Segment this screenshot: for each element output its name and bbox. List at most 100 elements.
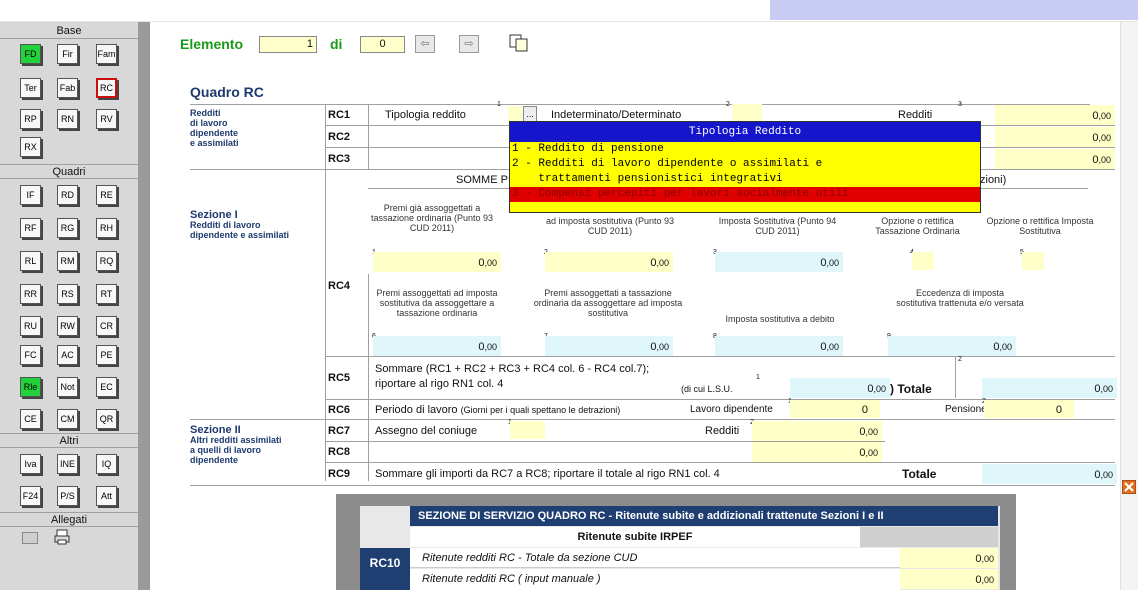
rc5-totale-input[interactable]: 0,00 xyxy=(982,378,1117,398)
rc7-assegno-input[interactable] xyxy=(510,421,545,439)
sidebar-btn-if[interactable]: IF xyxy=(20,185,41,205)
sidebar-header-quadri: Quadri xyxy=(0,164,138,179)
rc5-totale-label: ) Totale xyxy=(890,382,932,396)
rc4-col9-input[interactable]: 0,00 xyxy=(888,336,1016,356)
rc9-totale-input[interactable]: 0,00 xyxy=(982,464,1117,484)
sidebar-btn-rx[interactable]: RX xyxy=(20,137,41,157)
rc5-lsu-input[interactable]: 0,00 xyxy=(790,378,890,398)
sidebar-btn-cm[interactable]: CM xyxy=(57,409,78,429)
rc7-label: Assegno del coniuge xyxy=(375,425,478,437)
rc4-col7-input[interactable]: 0,00 xyxy=(545,336,673,356)
sidebar-btn-rp[interactable]: RP xyxy=(20,109,41,129)
sidebar-btn-ru[interactable]: RU xyxy=(20,316,41,336)
sidebar-btn-fir[interactable]: Fir xyxy=(57,44,78,64)
sidebar-btn-rm[interactable]: RM xyxy=(57,251,78,271)
rc3-redditi-input[interactable]: 0,00 xyxy=(995,149,1115,169)
rc5-text: Sommare (RC1 + RC2 + RC3 + RC4 col. 6 - … xyxy=(375,363,650,390)
dropdown-option-3-selected[interactable]: 3 - Compensi percepiti per lavori social… xyxy=(510,187,980,202)
sidebar-btn-rs[interactable]: RS xyxy=(57,284,78,304)
rc2-code: RC2 xyxy=(328,131,351,143)
copy-element-button[interactable] xyxy=(509,34,529,52)
sidebar-btn-re[interactable]: RE xyxy=(96,185,117,205)
sidebar-btn-pe[interactable]: PE xyxy=(96,345,117,365)
rc4-col4-input[interactable] xyxy=(912,252,934,270)
rc6-lavoro-input[interactable]: 0 xyxy=(790,400,880,418)
sidebar-btn-rl[interactable]: RL xyxy=(20,251,41,271)
sidebar-btn-ter[interactable]: Ter xyxy=(20,78,41,98)
sidebar-btn-f24[interactable]: F24 xyxy=(20,486,41,506)
rc2-redditi-input[interactable]: 0,00 xyxy=(995,127,1115,147)
element-number-input[interactable]: 1 xyxy=(259,36,317,53)
rc7-code: RC7 xyxy=(328,425,351,437)
sidebar-btn-fam[interactable]: Fam xyxy=(96,44,117,64)
rc4-col4-label: Opzione o rettifica Tassazione Ordinaria xyxy=(875,216,960,236)
sidebar-btn-fab[interactable]: Fab xyxy=(57,78,78,98)
sidebar-btn-cr[interactable]: CR xyxy=(96,316,117,336)
rc10-row2-label: Ritenute redditi RC ( input manuale ) xyxy=(410,569,900,590)
right-margin xyxy=(1120,22,1138,590)
tipologia-reddito-dropdown[interactable]: Tipologia Reddito 1 - Reddito di pension… xyxy=(509,121,981,213)
sidebar-btn-fd[interactable]: FD xyxy=(20,44,41,64)
prev-element-button[interactable]: ⇦ xyxy=(415,35,435,53)
rc5-code: RC5 xyxy=(328,372,351,384)
sidebar-btn-iq[interactable]: IQ xyxy=(96,454,117,474)
arrow-left-icon: ⇦ xyxy=(420,38,430,50)
rc4-col8-input[interactable]: 0,00 xyxy=(715,336,843,356)
rc10-code: RC10 xyxy=(360,548,410,590)
sidebar-btn-not[interactable]: Not xyxy=(57,377,78,397)
sidebar-btn-ine[interactable]: INE xyxy=(57,454,78,474)
sidebar-btn-ec[interactable]: EC xyxy=(96,377,117,397)
rc6-pensione-label: Pensione xyxy=(945,404,987,415)
element-total-input[interactable]: 0 xyxy=(360,36,405,53)
sidebar-btn-rh[interactable]: RH xyxy=(96,218,117,238)
rc10-row2-input[interactable]: 0,00 xyxy=(900,569,998,589)
sidebar-btn-rr[interactable]: RR xyxy=(20,284,41,304)
sidebar-btn-rv[interactable]: RV xyxy=(96,109,117,129)
sidebar-btn-rg[interactable]: RG xyxy=(57,218,78,238)
rc1-det-input[interactable] xyxy=(732,104,762,122)
service-subheader-spacer xyxy=(860,527,998,547)
sidebar-btn-ce[interactable]: CE xyxy=(20,409,41,429)
dropdown-option-2[interactable]: 2 - Redditi di lavoro dipendente o assim… xyxy=(510,157,980,172)
sidebar-btn-rn[interactable]: RN xyxy=(57,109,78,129)
next-element-button[interactable]: ⇨ xyxy=(459,35,479,53)
close-x-icon[interactable] xyxy=(1121,479,1137,495)
sidebar-btn-rc[interactable]: RC xyxy=(96,78,117,98)
rc1-det-label: Indeterminato/Determinato xyxy=(551,109,682,121)
sidebar-btn-fc[interactable]: FC xyxy=(20,345,41,365)
service-section-title: SEZIONE DI SERVIZIO QUADRO RC - Ritenute… xyxy=(410,506,998,526)
sidebar-btn-rle[interactable]: Rle xyxy=(20,377,41,397)
rc7-redditi-input[interactable]: 0,00 xyxy=(752,421,882,441)
dropdown-option-2-cont[interactable]: trattamenti pensionistici integrativi xyxy=(510,172,980,187)
sidebar-btn-qr[interactable]: QR xyxy=(96,409,117,429)
rc4-col5-input[interactable] xyxy=(1022,252,1044,270)
table-left-divider xyxy=(325,104,326,481)
sidebar-btn-att[interactable]: Att xyxy=(96,486,117,506)
attachment-grid-icon[interactable] xyxy=(22,532,38,544)
sidebar-btn-ps[interactable]: P/S xyxy=(57,486,78,506)
rc8-redditi-input[interactable]: 0,00 xyxy=(752,442,882,462)
sidebar-btn-rf[interactable]: RF xyxy=(20,218,41,238)
printer-icon[interactable] xyxy=(54,529,70,545)
rc1-redditi-input[interactable]: 0,00 xyxy=(995,105,1115,125)
sidebar-btn-rd[interactable]: RD xyxy=(57,185,78,205)
rc3-code: RC3 xyxy=(328,153,351,165)
sidebar-splitter[interactable] xyxy=(138,22,150,590)
rc4-col6-input[interactable]: 0,00 xyxy=(373,336,501,356)
sidebar-btn-rq[interactable]: RQ xyxy=(96,251,117,271)
rc4-col2-label: ad imposta sostitutiva (Punto 93 CUD 201… xyxy=(545,216,675,236)
sidebar-btn-iva[interactable]: Iva xyxy=(20,454,41,474)
sidebar-btn-rt[interactable]: RT xyxy=(96,284,117,304)
window-top-bar xyxy=(0,0,1138,22)
rc6-pensione-input[interactable]: 0 xyxy=(984,400,1074,418)
rc10-row1-input[interactable]: 0,00 xyxy=(900,548,998,568)
rc4-col2-input[interactable]: 0,00 xyxy=(545,252,673,272)
dropdown-option-1[interactable]: 1 - Reddito di pensione xyxy=(510,142,980,157)
rc4-col3-input[interactable]: 0,00 xyxy=(715,252,843,272)
sidebar-header-altri: Altri xyxy=(0,433,138,448)
rc5-sup-2: 2 xyxy=(958,356,962,363)
sidebar-btn-rw[interactable]: RW xyxy=(57,316,78,336)
sidebar: Base FD Fir Fam Ter Fab RC RP RN RV RX Q… xyxy=(0,22,138,590)
rc4-col1-input[interactable]: 0,00 xyxy=(373,252,501,272)
sidebar-btn-ac[interactable]: AC xyxy=(57,345,78,365)
